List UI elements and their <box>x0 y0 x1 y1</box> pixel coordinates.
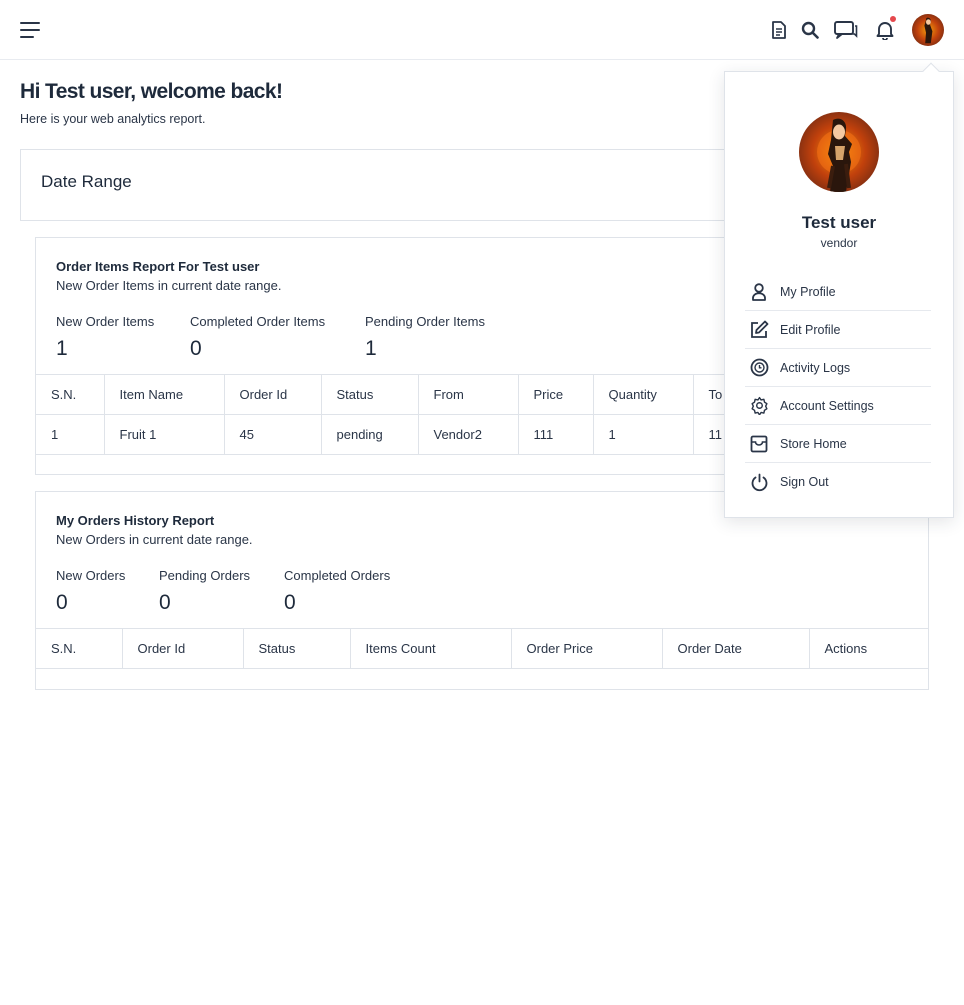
table-cell: 111 <box>517 414 594 455</box>
profile-name: Test user <box>801 213 877 232</box>
stat-new-orders: New Orders 0 <box>56 568 125 615</box>
column-header[interactable]: Price <box>517 374 594 415</box>
date-range-label: Date Range <box>41 172 132 191</box>
stat-value: 0 <box>56 591 68 614</box>
stat-value: 0 <box>159 591 171 614</box>
table-cell: 1 <box>592 414 694 455</box>
menu-item-account-settings[interactable]: Account Settings <box>745 387 931 425</box>
chat-icon[interactable] <box>834 18 858 42</box>
stat-value: 1 <box>365 337 377 360</box>
column-header[interactable]: From <box>417 374 519 415</box>
menu-item-label: Edit Profile <box>780 322 841 337</box>
menu-item-my-profile[interactable]: My Profile <box>745 273 931 311</box>
stat-label: Completed Order Items <box>190 314 326 329</box>
stat-new-order-items: New Order Items 1 <box>56 314 154 361</box>
stat-label: Completed Orders <box>284 568 391 583</box>
orders-history-report-card: My Orders History Report New Orders in c… <box>35 491 929 690</box>
stat-value: 0 <box>190 337 202 360</box>
table-cell: 45 <box>223 414 322 455</box>
edit-icon <box>748 319 770 341</box>
column-header[interactable]: Status <box>242 628 351 669</box>
notification-dot <box>890 16 896 22</box>
stat-label: New Order Items <box>56 314 155 329</box>
column-header[interactable]: S.N. <box>36 628 123 669</box>
menu-item-activity-logs[interactable]: Activity Logs <box>745 349 931 387</box>
dropdown-arrow <box>922 62 940 80</box>
profile-dropdown: Test user vendor My Profile Edit Profile… <box>724 62 954 518</box>
user-icon <box>748 281 770 303</box>
page-subtitle: Here is your web analytics report. <box>20 112 206 126</box>
column-header[interactable]: Item Name <box>103 374 225 415</box>
stat-label: Pending Orders <box>159 568 251 583</box>
top-navbar <box>0 0 964 60</box>
column-header[interactable]: Order Price <box>510 628 663 669</box>
menu-item-label: My Profile <box>780 284 836 299</box>
table-header-row: S.N. Order Id Status Items Count Order P… <box>36 628 928 669</box>
menu-item-edit-profile[interactable]: Edit Profile <box>745 311 931 349</box>
card-subtitle: New Order Items in current date range. <box>56 278 282 293</box>
column-header[interactable]: Status <box>320 374 419 415</box>
column-header[interactable]: Order Id <box>223 374 322 415</box>
menu-item-label: Activity Logs <box>780 360 851 375</box>
table-cell: Vendor2 <box>417 414 519 455</box>
column-header[interactable]: Quantity <box>592 374 694 415</box>
avatar[interactable] <box>912 14 944 46</box>
stat-pending-order-items: Pending Order Items 1 <box>365 314 485 361</box>
column-header[interactable]: Actions <box>808 628 928 669</box>
stat-value: 1 <box>56 337 68 360</box>
menu-item-label: Sign Out <box>780 475 829 489</box>
page-title: Hi Test user, welcome back! <box>20 80 283 103</box>
table-cell: pending <box>320 414 419 455</box>
gear-icon <box>748 395 770 417</box>
document-icon[interactable] <box>767 18 791 42</box>
power-icon <box>748 471 770 493</box>
bell-icon[interactable] <box>873 16 897 42</box>
stat-completed-orders: Completed Orders 0 <box>284 568 390 615</box>
stat-value: 0 <box>284 591 296 614</box>
orders-history-table: S.N. Order Id Status Items Count Order P… <box>36 628 928 669</box>
column-header[interactable]: S.N. <box>36 374 105 415</box>
search-icon[interactable] <box>798 18 822 42</box>
menu-item-label: Store Home <box>780 436 847 451</box>
menu-item-store-home[interactable]: Store Home <box>745 425 931 463</box>
menu-item-label: Account Settings <box>780 398 874 413</box>
stat-pending-orders: Pending Orders 0 <box>159 568 250 615</box>
card-subtitle: New Orders in current date range. <box>56 532 253 547</box>
column-header[interactable]: Order Date <box>661 628 810 669</box>
stat-label: New Orders <box>56 568 126 583</box>
stat-completed-order-items: Completed Order Items 0 <box>190 314 325 361</box>
profile-role: vendor <box>820 236 858 250</box>
profile-menu: My Profile Edit Profile Activity Logs Ac… <box>745 273 931 501</box>
store-icon <box>748 433 770 455</box>
card-title: My Orders History Report <box>56 513 215 528</box>
menu-toggle-icon[interactable] <box>20 22 40 38</box>
column-header[interactable]: Order Id <box>121 628 244 669</box>
menu-item-sign-out[interactable]: Sign Out <box>745 463 931 501</box>
card-title: Order Items Report For Test user <box>56 259 260 274</box>
clock-icon <box>748 357 770 379</box>
column-header[interactable]: Items Count <box>349 628 512 669</box>
table-cell: Fruit 1 <box>103 414 225 455</box>
profile-avatar <box>799 112 879 192</box>
stat-label: Pending Order Items <box>365 314 485 329</box>
table-cell: 1 <box>36 414 105 455</box>
